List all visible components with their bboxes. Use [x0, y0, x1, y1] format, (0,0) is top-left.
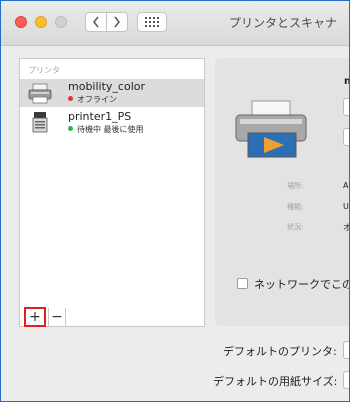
selected-printer-name: m: [344, 76, 349, 87]
printer-name: mobility_color: [68, 80, 146, 93]
location-value: A: [343, 181, 349, 190]
add-printer-button[interactable]: +: [24, 307, 46, 327]
back-button[interactable]: [85, 12, 107, 32]
share-on-network-checkbox[interactable]: [237, 278, 248, 289]
status-value: オ: [343, 222, 349, 233]
remove-printer-button[interactable]: −: [48, 308, 66, 326]
status-label: 状況:: [287, 223, 304, 231]
offline-status-dot: [68, 96, 73, 101]
chevron-left-icon: [93, 16, 99, 28]
minimize-window-button[interactable]: [35, 16, 47, 28]
title-bar: プリンタとスキャナ: [1, 1, 349, 46]
printer-list-toolbar: [19, 309, 205, 327]
share-on-network-label: ネットワークでこの: [254, 278, 350, 291]
printer-status: 待機中 最後に使用: [68, 124, 144, 135]
default-printer-label: デフォルトのプリンタ:: [223, 345, 337, 358]
printer-name: printer1_PS: [68, 110, 132, 123]
default-paper-size-select[interactable]: [343, 371, 349, 389]
window-title: プリンタとスキャナ: [229, 16, 338, 30]
grid-icon: [145, 17, 159, 27]
printer-list-item-printer1-ps[interactable]: printer1_PS 待機中 最後に使用: [20, 109, 204, 137]
printers-scanners-window: プリンタとスキャナ プリンタ mobility_color オフライン prin…: [0, 0, 350, 402]
default-printer-select[interactable]: [343, 341, 349, 359]
printer-icon: [28, 83, 52, 104]
kind-value: U: [343, 202, 349, 211]
printer-list: プリンタ mobility_color オフライン printer1_PS 待機…: [19, 58, 205, 310]
show-all-preferences-button[interactable]: [137, 12, 167, 32]
idle-status-dot: [68, 126, 73, 131]
zoom-window-button[interactable]: [55, 16, 67, 28]
chevron-right-icon: [114, 16, 120, 28]
large-printer-icon: [235, 100, 307, 158]
forward-button[interactable]: [106, 12, 128, 32]
printer-status-text: 待機中 最後に使用: [77, 125, 144, 134]
location-label: 場所:: [287, 182, 304, 190]
kind-label: 種類:: [287, 203, 304, 211]
close-window-button[interactable]: [15, 16, 27, 28]
printer-list-header: プリンタ: [28, 66, 60, 75]
laser-printer-icon: [32, 112, 48, 133]
options-supplies-button[interactable]: [343, 128, 349, 146]
open-print-queue-button[interactable]: [343, 98, 349, 116]
printer-status: オフライン: [68, 94, 117, 105]
printer-status-text: オフライン: [77, 95, 117, 104]
default-paper-size-label: デフォルトの用紙サイズ:: [213, 375, 338, 388]
printer-list-item-mobility-color[interactable]: mobility_color オフライン: [20, 79, 204, 107]
